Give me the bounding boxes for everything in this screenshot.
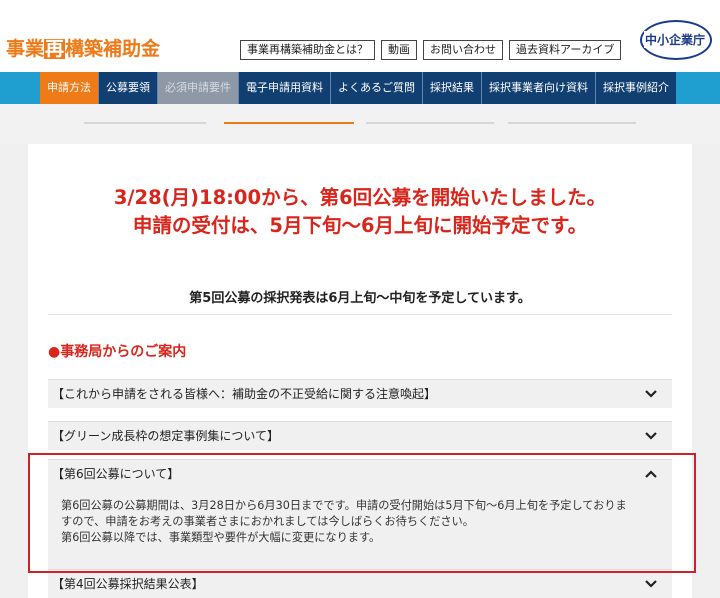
- section-title: ●事務局からのご案内: [48, 344, 187, 360]
- chevron-down-icon[interactable]: [644, 577, 658, 591]
- nav-item-adopted-docs[interactable]: 採択事業者向け資料: [482, 72, 596, 104]
- logo-text-pre: 事業: [6, 38, 45, 60]
- nav-item-faq[interactable]: よくあるご質問: [331, 72, 423, 104]
- announcement-headline: 3/28(月)18:00から、第6回公募を開始いたしました。 申請の受付は、5月…: [28, 184, 692, 240]
- accordion-title: 【グリーン成長枠の想定事例集について】: [52, 429, 280, 443]
- site-logo[interactable]: 事業再構築補助金: [6, 34, 160, 61]
- sub-nav-line-active: [224, 122, 354, 124]
- nav-item-application-method[interactable]: 申請方法: [40, 72, 99, 104]
- highlight-frame: [28, 453, 696, 573]
- nav-item-requirements[interactable]: 必須申請要件: [158, 72, 239, 104]
- logo-text-highlight: 再: [44, 38, 66, 60]
- nav-item-guidelines[interactable]: 公募要領: [99, 72, 158, 104]
- site-header: 事業再構築補助金 事業再構築補助金とは？ 動画 お問い合わせ 過去資料アーカイブ…: [0, 0, 720, 72]
- accordion-title: 【これから申請をされる皆様へ：補助金の不正受給に関する注意喚起】: [52, 387, 437, 401]
- sub-nav-line: [84, 122, 206, 124]
- accordion-item-green-growth[interactable]: 【グリーン成長枠の想定事例集について】: [48, 421, 672, 450]
- agency-name: 中小企業庁: [644, 31, 707, 48]
- top-links: 事業再構築補助金とは？ 動画 お問い合わせ 過去資料アーカイブ: [240, 40, 622, 60]
- headline-line-2: 申請の受付は、5月下旬〜6月上旬に開始予定です。: [132, 214, 588, 237]
- top-link-about[interactable]: 事業再構築補助金とは？: [240, 40, 375, 60]
- chevron-down-icon[interactable]: [644, 387, 658, 401]
- divider: [48, 314, 672, 315]
- sub-nav-line: [366, 122, 494, 124]
- nav-item-e-application[interactable]: 電子申請用資料: [239, 72, 331, 104]
- top-link-archive[interactable]: 過去資料アーカイブ: [509, 40, 622, 60]
- sub-nav-line: [508, 122, 636, 124]
- main-nav: 申請方法 公募要領 必須申請要件 電子申請用資料 よくあるご質問 採択結果 採択…: [40, 72, 676, 104]
- logo-text-post: 構築補助金: [65, 38, 161, 60]
- accordion-title: 【第4回公募採択結果公表】: [52, 577, 204, 591]
- accordion-item-fraud-warning[interactable]: 【これから申請をされる皆様へ：補助金の不正受給に関する注意喚起】: [48, 379, 672, 408]
- top-link-video[interactable]: 動画: [381, 40, 417, 60]
- announcement-subheadline: 第5回公募の採択発表は6月上旬〜中旬を予定しています。: [189, 291, 531, 306]
- sub-nav-bar: [0, 104, 720, 144]
- nav-item-case-studies[interactable]: 採択事例紹介: [596, 72, 676, 104]
- accordion-item-round4-results[interactable]: 【第4回公募採択結果公表】: [48, 569, 672, 598]
- top-link-contact[interactable]: お問い合わせ: [423, 40, 503, 60]
- nav-item-results[interactable]: 採択結果: [423, 72, 482, 104]
- agency-logo[interactable]: 中小企業庁: [640, 20, 712, 60]
- chevron-down-icon[interactable]: [644, 429, 658, 443]
- headline-line-1: 3/28(月)18:00から、第6回公募を開始いたしました。: [113, 186, 607, 209]
